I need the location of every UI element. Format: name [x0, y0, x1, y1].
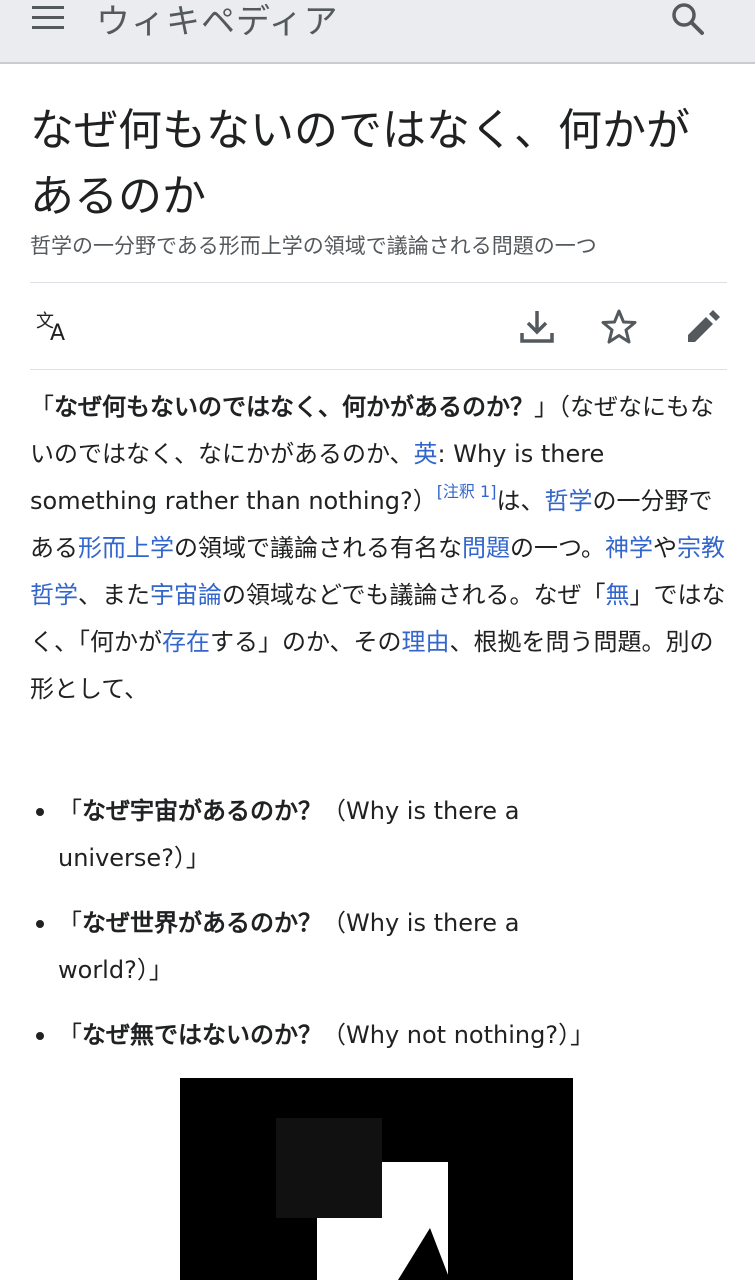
variant-title: なぜ宇宙があるのか？: [82, 797, 322, 825]
bold-title: なぜ何もないのではなく、何かがあるのか？: [54, 393, 534, 421]
question-variants-list: 「なぜ宇宙があるのか？（Why is there a universe?）」 「…: [30, 788, 730, 1077]
divider: [30, 282, 727, 283]
list-item: 「なぜ世界があるのか？（Why is there a world?）」: [30, 900, 730, 994]
text: や: [653, 534, 678, 562]
footnote-link[interactable]: [注釈 1]: [437, 482, 497, 501]
black-square-artwork-image[interactable]: [180, 1078, 573, 1280]
variant-title: なぜ世界があるのか？: [82, 909, 322, 937]
text: の一つ。: [510, 534, 606, 562]
divider: [30, 369, 727, 370]
bullet: [36, 1032, 44, 1040]
link-problem[interactable]: 問題: [462, 534, 510, 562]
edit-pencil-icon[interactable]: [682, 307, 722, 347]
language-icon[interactable]: 文 A: [34, 307, 74, 347]
text: の領域などでも議論される。なぜ「: [222, 581, 606, 609]
link-english[interactable]: 英: [414, 440, 438, 468]
link-nothing[interactable]: 無: [606, 581, 630, 609]
article-lead: 「なぜ何もないのではなく、何かがあるのか？」（なぜなにもないのではなく、なにかが…: [30, 384, 730, 713]
variant-title: なぜ無ではないのか？: [82, 1021, 322, 1049]
search-icon[interactable]: [668, 0, 708, 40]
link-cosmology[interactable]: 宇宙論: [150, 581, 222, 609]
quote-mark: 「: [58, 909, 82, 937]
text: 、また: [78, 581, 150, 609]
link-metaphysics[interactable]: 形而上学: [78, 534, 174, 562]
text: の領域で議論される有名な: [174, 534, 462, 562]
variant-english: （Why not nothing?）」: [322, 1021, 595, 1049]
link-existence[interactable]: 存在: [162, 628, 210, 656]
text: する」のか、その: [210, 628, 402, 656]
download-icon[interactable]: [517, 307, 557, 347]
quote-mark: 」: [534, 393, 558, 421]
quote-mark: 「: [58, 1021, 82, 1049]
hamburger-menu-icon[interactable]: [30, 2, 66, 32]
text: は、: [496, 487, 545, 515]
bullet: [36, 808, 44, 816]
list-item: 「なぜ宇宙があるのか？（Why is there a universe?）」: [30, 788, 730, 882]
quote-mark: 「: [30, 393, 54, 421]
star-icon[interactable]: [599, 307, 639, 347]
top-header-bar: ウィキペディア: [0, 0, 755, 64]
quote-mark: 「: [58, 797, 82, 825]
svg-text:A: A: [50, 321, 65, 346]
bullet: [36, 920, 44, 928]
wikipedia-wordmark[interactable]: ウィキペディア: [96, 0, 339, 43]
link-philosophy[interactable]: 哲学: [544, 487, 592, 515]
page-title: なぜ何もないのではなく、何かがあるのか: [30, 105, 690, 222]
list-item: 「なぜ無ではないのか？（Why not nothing?）」: [30, 1012, 730, 1059]
page-tagline: 哲学の一分野である形而上学の領域で議論される問題の一つ: [30, 234, 597, 258]
link-theology[interactable]: 神学: [605, 534, 653, 562]
link-reason[interactable]: 理由: [402, 628, 450, 656]
lead-paragraph: 「なぜ何もないのではなく、何かがあるのか？」（なぜなにもないのではなく、なにかが…: [30, 384, 730, 713]
